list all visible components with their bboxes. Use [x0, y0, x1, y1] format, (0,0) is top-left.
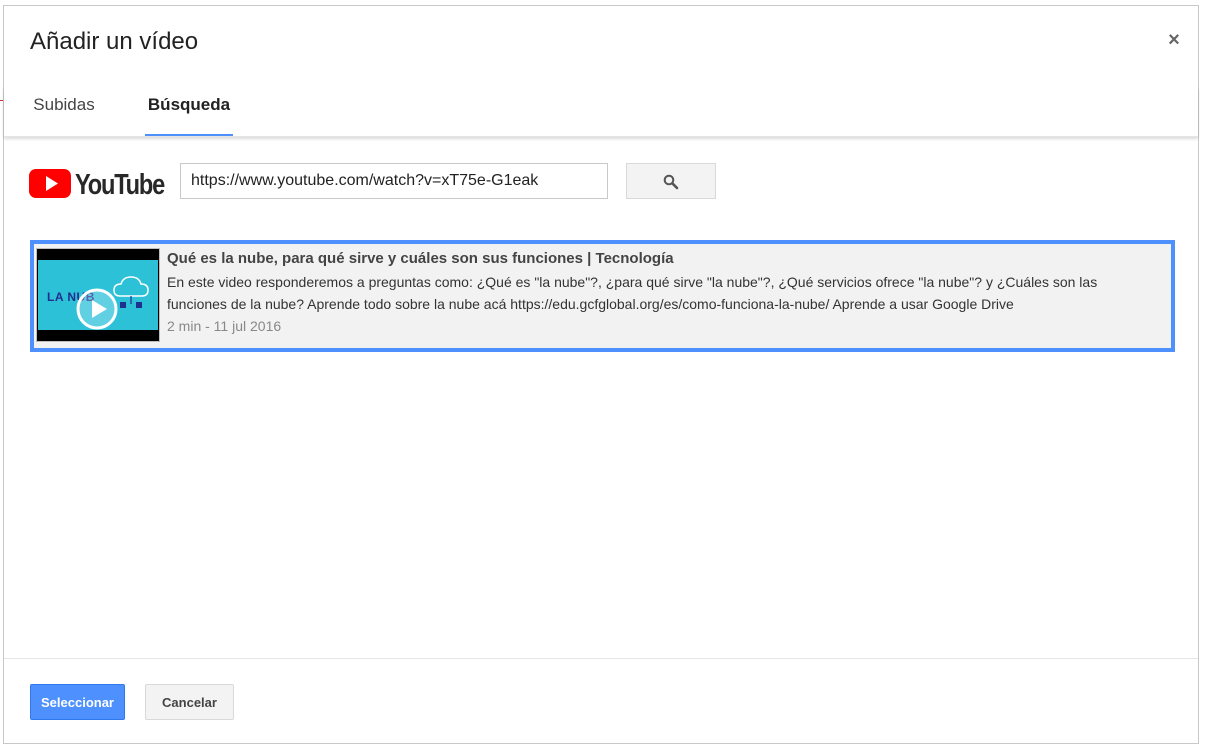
video-meta: 2 min - 11 jul 2016 [167, 318, 282, 334]
search-result-body: LA NUB Qué es la nube, para qué sirve y … [36, 246, 1169, 346]
dialog-title: Añadir un vídeo [30, 28, 199, 55]
close-icon[interactable]: × [1166, 30, 1182, 50]
footer-divider [4, 658, 1198, 659]
tab-subidas[interactable]: Subidas [32, 86, 96, 136]
cancel-button[interactable]: Cancelar [145, 684, 234, 720]
tab-bar: Subidas Búsqueda [4, 86, 1198, 137]
tab-busqueda[interactable]: Búsqueda [145, 86, 233, 136]
youtube-logo: YouTube [29, 169, 165, 200]
thumbnail-frame: LA NUB [38, 260, 158, 330]
add-video-dialog: Añadir un vídeo × Subidas Búsqueda YouTu… [3, 5, 1199, 744]
select-button[interactable]: Seleccionar [30, 684, 125, 720]
search-icon [663, 174, 679, 190]
search-button[interactable] [626, 163, 716, 199]
play-icon [76, 288, 118, 330]
search-result-item[interactable]: LA NUB Qué es la nube, para qué sirve y … [30, 240, 1175, 352]
video-thumbnail: LA NUB [36, 248, 160, 342]
video-title: Qué es la nube, para qué sirve y cuáles … [167, 250, 674, 267]
youtube-logo-text: YouTube [75, 169, 165, 200]
search-input[interactable] [180, 163, 608, 199]
video-description: En este video responderemos a preguntas … [167, 274, 1098, 312]
